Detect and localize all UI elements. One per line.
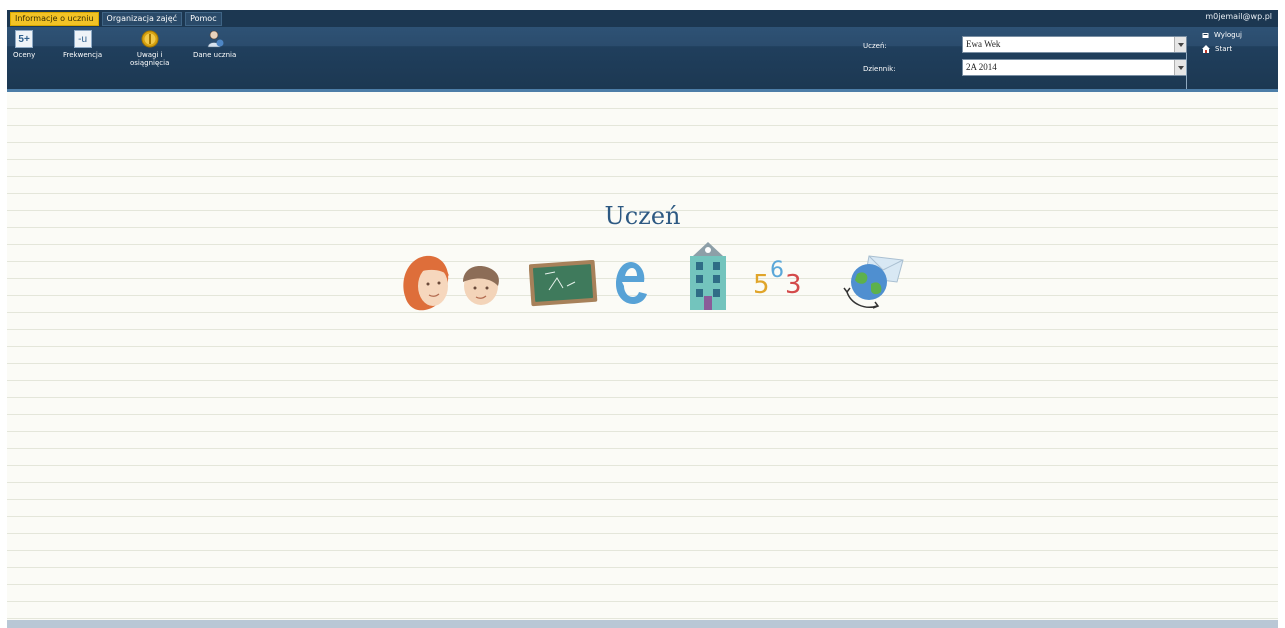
e-letter-icon[interactable] xyxy=(614,260,650,306)
attendance-icon: -u xyxy=(73,30,92,48)
students-icon[interactable] xyxy=(399,250,511,312)
start-link[interactable]: Start xyxy=(1202,45,1232,53)
wyloguj-link[interactable]: Wyloguj xyxy=(1202,31,1242,39)
uwagi-label-line2: osiągnięcia xyxy=(130,59,170,67)
chevron-down-icon xyxy=(1174,60,1186,75)
home-icon xyxy=(1202,45,1210,53)
user-email: m0jemail@wp.pl xyxy=(1205,12,1272,21)
chevron-down-icon xyxy=(1174,37,1186,52)
globe-mail-icon[interactable] xyxy=(839,252,907,314)
frekwencja-label: Frekwencja xyxy=(63,51,103,59)
numbers-icon[interactable]: 5 6 3 xyxy=(753,256,813,300)
student-data-icon xyxy=(206,30,224,48)
uczen-label: Uczeń: xyxy=(863,42,887,50)
logout-icon xyxy=(1202,32,1209,38)
wyloguj-label: Wyloguj xyxy=(1214,31,1242,39)
number-three: 3 xyxy=(785,270,802,300)
module-icons: 5 6 3 xyxy=(399,240,909,320)
tab-pomoc[interactable]: Pomoc xyxy=(185,12,222,26)
app-window: Informacje o uczniu Organizacja zajęć Po… xyxy=(7,10,1278,628)
top-strip: Informacje o uczniu Organizacja zajęć Po… xyxy=(7,10,1278,27)
number-five: 5 xyxy=(753,270,770,300)
page-title: Uczeń xyxy=(604,202,681,230)
status-bar xyxy=(7,620,1278,628)
tab-organizacja-zajec[interactable]: Organizacja zajęć xyxy=(101,12,183,26)
dziennik-select-value: 2A 2014 xyxy=(966,62,997,72)
uwagi-label-line1: Uwagi i xyxy=(136,51,163,59)
dane-ucznia-label: Dane ucznia xyxy=(193,51,237,59)
uczen-select[interactable]: Ewa Wek xyxy=(962,36,1187,53)
tab-informacje-o-uczniu[interactable]: Informacje o uczniu xyxy=(10,12,99,26)
notes-medal-icon xyxy=(141,30,159,48)
frekwencja-button[interactable]: -u Frekwencja xyxy=(63,30,102,59)
dziennik-label: Dziennik: xyxy=(863,65,896,73)
uwagi-button[interactable]: Uwagi i osiągnięcia xyxy=(130,30,169,67)
main-area: Uczeń 5 6 3 xyxy=(7,92,1278,620)
grades-icon: 5+ xyxy=(15,30,34,48)
school-building-icon[interactable] xyxy=(687,240,729,312)
chalkboard-icon[interactable] xyxy=(529,260,599,308)
oceny-label: Oceny xyxy=(13,51,36,59)
start-label: Start xyxy=(1215,45,1233,53)
dziennik-select[interactable]: 2A 2014 xyxy=(962,59,1187,76)
number-six: 6 xyxy=(770,258,784,283)
main-tabs: Informacje o uczniu Organizacja zajęć Po… xyxy=(10,12,222,26)
dane-ucznia-button[interactable]: Dane ucznia xyxy=(193,30,236,59)
uczen-select-value: Ewa Wek xyxy=(966,39,1001,49)
oceny-button[interactable]: 5+ Oceny xyxy=(13,30,35,59)
toolbar: 5+ Oceny -u Frekwencja Uwagi i osiągnięc… xyxy=(7,27,1278,103)
